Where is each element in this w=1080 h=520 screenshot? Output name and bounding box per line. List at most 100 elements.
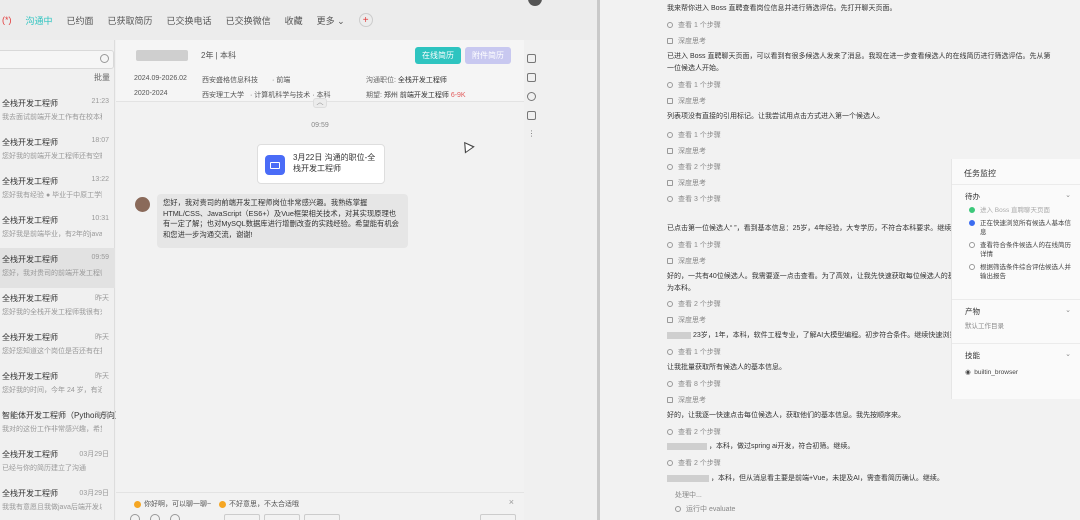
agent-log-pane: 我来帮你进入 Boss 直聘查看岗位信息并进行筛选评估。先打开聊天页面。 查看 … bbox=[600, 0, 1080, 520]
think-icon bbox=[667, 148, 673, 154]
tab-communicating[interactable]: 沟通中 bbox=[26, 14, 53, 27]
check-icon bbox=[969, 207, 975, 213]
toolbar-action-2[interactable] bbox=[264, 514, 300, 520]
log-steps[interactable]: 查看 2 个步骤 bbox=[667, 427, 721, 437]
collapse-header-button[interactable]: ︿ bbox=[313, 98, 327, 108]
star-icon[interactable] bbox=[527, 92, 536, 101]
log-steps[interactable]: 查看 8 个步骤 bbox=[667, 379, 721, 389]
output-section: 产物 ⌄ 默认工作目录 bbox=[952, 299, 1080, 343]
list-item[interactable]: 全栈开发工程师 03月29日 已经与你的简历建立了沟通 bbox=[0, 443, 115, 483]
share-icon[interactable] bbox=[527, 54, 536, 63]
log-text: 我来帮你进入 Boss 直聘查看岗位信息并进行筛选评估。先打开聊天页面。 bbox=[667, 5, 897, 12]
candidate-avatar[interactable] bbox=[135, 197, 150, 212]
candidate-name-redacted bbox=[136, 50, 188, 61]
log-text: ，本科，做过spring ai开发，符合初筛。继续。 bbox=[667, 442, 854, 452]
log-steps[interactable]: 查看 2 个步骤 bbox=[667, 458, 721, 468]
log-think[interactable]: 深度思考 bbox=[667, 178, 706, 188]
log-think[interactable]: 深度思考 bbox=[667, 36, 706, 46]
batch-button[interactable]: 批量 bbox=[94, 72, 110, 83]
expectation-info: 期望: 郑州 前端开发工程师 6-9K bbox=[366, 92, 466, 99]
close-icon[interactable]: × bbox=[509, 497, 514, 507]
tab-phone[interactable]: 已交换电话 bbox=[167, 14, 212, 27]
phone-icon[interactable] bbox=[170, 514, 180, 520]
log-steps[interactable]: 查看 1 个步骤 bbox=[667, 347, 721, 357]
chevron-down-icon[interactable]: ⌄ bbox=[1065, 306, 1071, 314]
browser-icon: ◉ bbox=[965, 369, 971, 376]
log-steps[interactable]: 查看 1 个步骤 bbox=[667, 20, 721, 30]
list-item[interactable]: 全栈开发工程师 18:07 您好我的前端开发工程师还有空缺... bbox=[0, 131, 115, 171]
eye-icon bbox=[667, 349, 673, 355]
chevron-down-icon[interactable]: ⌄ bbox=[1065, 350, 1071, 358]
log-text: 列表项没有直接的引用标记。让我尝试用点击方式进入第一个候选人。 bbox=[667, 113, 884, 120]
tab-more[interactable]: 更多 ⌄ bbox=[317, 14, 345, 27]
list-item[interactable]: 全栈开发工程师10:31您好我是前端毕业，有2年的java后... bbox=[0, 209, 115, 249]
search-input[interactable] bbox=[0, 50, 115, 70]
eye-icon bbox=[667, 381, 673, 387]
chevron-down-icon[interactable]: ⌄ bbox=[1065, 191, 1071, 199]
log-steps[interactable]: 查看 2 个步骤 bbox=[667, 299, 721, 309]
log-steps[interactable]: 查看 1 个步骤 bbox=[667, 130, 721, 140]
list-item[interactable]: 智能体开发工程师（Python方向）昨天我对的这份工作非常感兴趣，希望可... bbox=[0, 404, 123, 444]
chat-pane: 2年 | 本科 在线简历 附件简历 2024.09-2026.02 西安盛格信息… bbox=[116, 40, 524, 520]
briefcase-icon bbox=[265, 155, 285, 175]
tab-resume[interactable]: 已获取简历 bbox=[108, 14, 153, 27]
spinner-icon bbox=[675, 506, 681, 512]
job-card[interactable]: 3月22日 沟通的职位-全栈开发工程师 bbox=[257, 144, 385, 184]
think-icon bbox=[667, 38, 673, 44]
skill-item: ◉ builtin_browser bbox=[965, 369, 1019, 376]
log-think[interactable]: 深度思考 bbox=[667, 256, 706, 266]
quick-reply-2[interactable]: 不好意思，不太合适哦 bbox=[219, 498, 299, 510]
log-text: ，本科，但从消息看主要是前端+Vue，未提及AI，需查看简历确认。继续。 bbox=[667, 474, 944, 484]
more-icon[interactable]: ⋮ bbox=[527, 130, 536, 139]
tab-favorite[interactable]: 收藏 bbox=[285, 14, 303, 27]
quick-replies: 你好啊，可以聊一聊~ 不好意思，不太合适哦 × bbox=[116, 492, 524, 514]
log-text: 好的，一共有40位候选人。我需要逐一点击查看。为了高效，让我先快速获取每位候选人… bbox=[667, 273, 969, 280]
attachment-resume-button[interactable]: 附件简历 bbox=[465, 47, 511, 64]
list-item[interactable]: 全栈开发工程师昨天您好我的时间，今年 24 岁，有近 3... bbox=[0, 365, 115, 405]
input-toolbar bbox=[116, 514, 524, 520]
log-steps[interactable]: 查看 2 个步骤 bbox=[667, 162, 721, 172]
candidate-header: 2年 | 本科 在线简历 附件简历 2024.09-2026.02 西安盛格信息… bbox=[116, 40, 524, 102]
log-text: 已进入 Boss 直聘聊天页面，可以看到有很多候选人发来了消息。我现在进一步查看… bbox=[667, 53, 1051, 60]
list-item[interactable]: 全栈开发工程师21:23我去面试前端开发工作有在校本科生... bbox=[0, 92, 115, 132]
eye-icon bbox=[667, 82, 673, 88]
toolbar-action-1[interactable] bbox=[224, 514, 260, 520]
toolbar-action-3[interactable] bbox=[304, 514, 340, 520]
tab-interview[interactable]: 已约面 bbox=[67, 14, 94, 27]
think-icon bbox=[667, 258, 673, 264]
image-icon[interactable] bbox=[150, 514, 160, 520]
contact-list: 批量 全栈开发工程师21:23我去面试前端开发工作有在校本科生... 全栈开发工… bbox=[0, 40, 123, 520]
think-icon bbox=[667, 397, 673, 403]
log-think[interactable]: 深度思考 bbox=[667, 146, 706, 156]
recruiter-app: (*) 沟通中 已约面 已获取简历 已交换电话 已交换微信 收藏 更多 ⌄ + … bbox=[0, 0, 597, 520]
log-steps[interactable]: 查看 1 个步骤 bbox=[667, 240, 721, 250]
list-item[interactable]: 全栈开发工程师昨天您好您知道这个岗位是否还有在招人... bbox=[0, 326, 115, 366]
log-think[interactable]: 深度思考 bbox=[667, 395, 706, 405]
eye-icon bbox=[667, 242, 673, 248]
list-item-selected[interactable]: 全栈开发工程师09:59您好，我对贵司的前端开发工程师岗位非... bbox=[0, 248, 115, 288]
send-button[interactable] bbox=[480, 514, 516, 520]
task-monitor-panel: 任务监控 待办 ⌄ 进入 Boss 直聘聊天页面 正在快速浏览所有候选人基本信息… bbox=[951, 159, 1080, 399]
pending-icon bbox=[969, 264, 975, 270]
think-icon bbox=[667, 317, 673, 323]
log-steps[interactable]: 查看 3 个步骤 bbox=[667, 194, 721, 204]
pin-icon[interactable] bbox=[527, 111, 536, 120]
status-tabs: (*) 沟通中 已约面 已获取简历 已交换电话 已交换微信 收藏 更多 ⌄ + bbox=[0, 0, 597, 40]
log-steps[interactable]: 查看 1 个步骤 bbox=[667, 80, 721, 90]
eye-icon bbox=[667, 22, 673, 28]
tab-wechat[interactable]: 已交换微信 bbox=[226, 14, 271, 27]
online-resume-button[interactable]: 在线简历 bbox=[415, 47, 461, 64]
export-icon[interactable] bbox=[527, 73, 536, 82]
quick-reply-1[interactable]: 你好啊，可以聊一聊~ bbox=[134, 498, 211, 510]
skills-section: 技能 ⌄ ◉ builtin_browser bbox=[952, 343, 1080, 399]
add-tab-button[interactable]: + bbox=[358, 13, 373, 27]
processing-status: 处理中... bbox=[675, 492, 702, 499]
emoji-icon[interactable] bbox=[130, 514, 140, 520]
list-item[interactable]: 全栈开发工程师昨天您好我的全栈开发工程师我很有兴趣... bbox=[0, 287, 115, 327]
tab-0[interactable]: (*) bbox=[2, 15, 12, 25]
redacted-name bbox=[667, 474, 709, 482]
log-think[interactable]: 深度思考 bbox=[667, 96, 706, 106]
log-think[interactable]: 深度思考 bbox=[667, 315, 706, 325]
list-item[interactable]: 全栈开发工程师 03月29日 我我有意愿且我做java后端开发以... bbox=[0, 482, 115, 520]
list-item[interactable]: 全栈开发工程师 13:22 您好我有经验 ● 毕业于中原工学院 bbox=[0, 170, 115, 210]
